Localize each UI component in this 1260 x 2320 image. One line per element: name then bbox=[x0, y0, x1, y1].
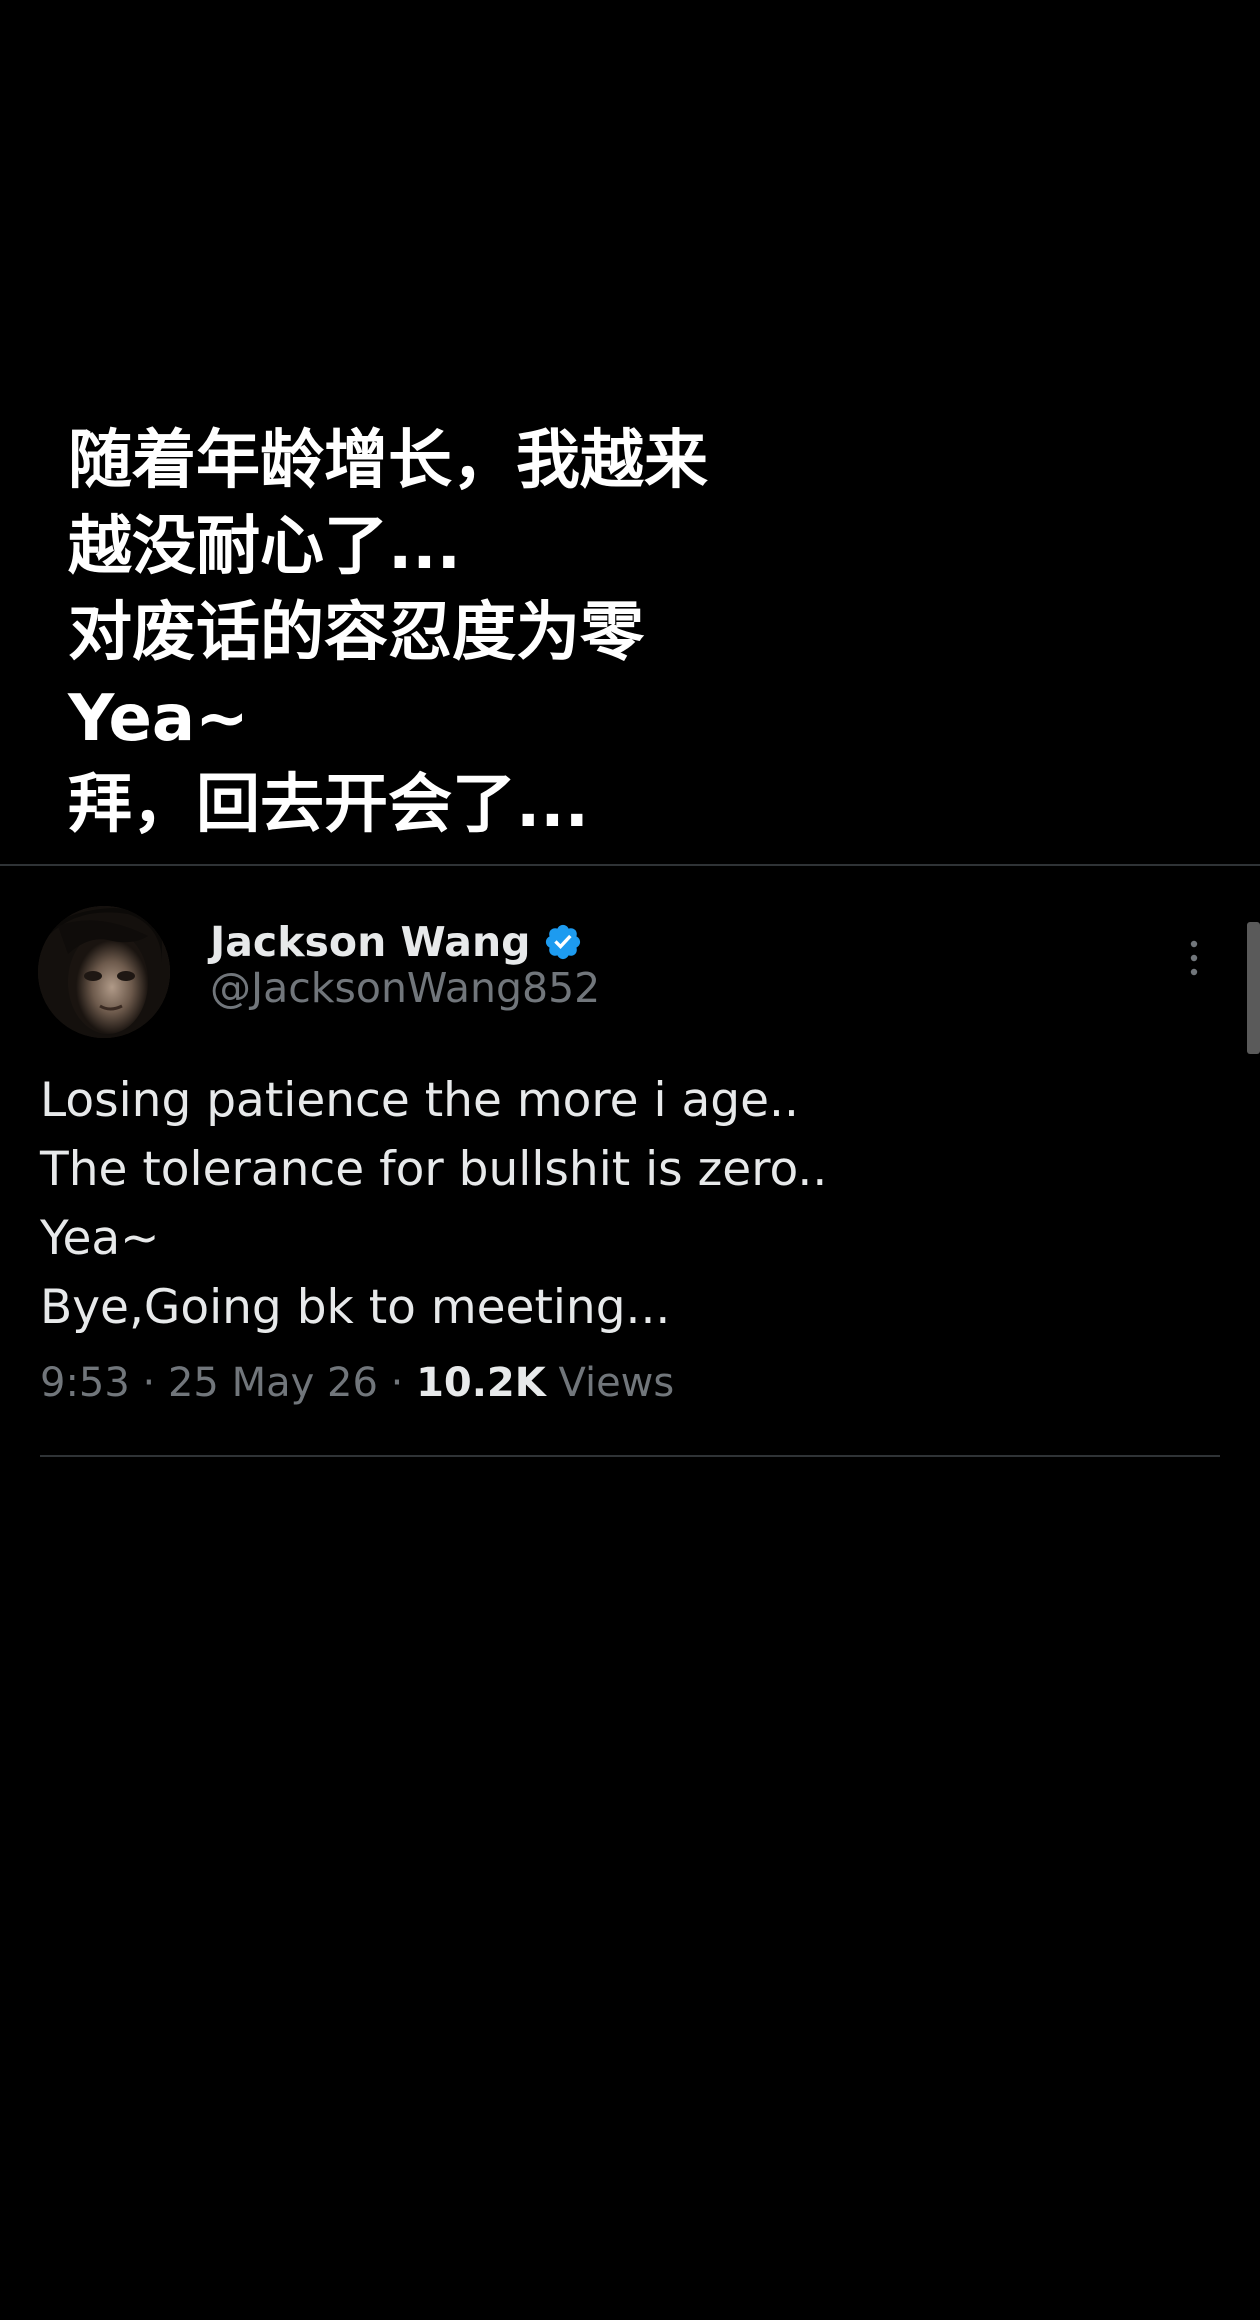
meta-separator: · bbox=[390, 1360, 404, 1406]
tweet-text-line: The tolerance for bullshit is zero.. bbox=[40, 1142, 828, 1197]
tweet-meta: 9:53 · 25 May 26 · 10.2K Views bbox=[40, 1360, 674, 1406]
caption-line: Yea~ bbox=[68, 682, 249, 756]
tweet-text-line: Bye,Going bk to meeting... bbox=[40, 1280, 671, 1335]
more-options-button[interactable] bbox=[1176, 930, 1212, 986]
tweet-text-line: Losing patience the more i age.. bbox=[40, 1073, 799, 1128]
caption-line: 拜，回去开会了... bbox=[68, 768, 589, 842]
caption-line: 对废话的容忍度为零 bbox=[68, 596, 644, 670]
tweet-text: Losing patience the more i age.. The tol… bbox=[40, 1066, 1220, 1342]
views-label[interactable]: Views bbox=[558, 1360, 674, 1406]
bottom-divider bbox=[40, 1455, 1220, 1457]
verified-badge-icon bbox=[543, 922, 583, 962]
tweet-time[interactable]: 9:53 bbox=[40, 1360, 130, 1406]
scrollbar-thumb[interactable] bbox=[1247, 922, 1260, 1054]
top-divider bbox=[0, 864, 1260, 866]
tweet-date[interactable]: 25 May 26 bbox=[168, 1360, 378, 1406]
meta-separator: · bbox=[142, 1360, 156, 1406]
views-count[interactable]: 10.2K bbox=[416, 1360, 546, 1406]
more-vertical-icon bbox=[1190, 940, 1198, 976]
avatar[interactable] bbox=[38, 906, 170, 1038]
caption-line: 越没耐心了... bbox=[68, 510, 461, 584]
author-handle[interactable]: @JacksonWang852 bbox=[210, 964, 600, 1012]
caption-line: 随着年龄增长，我越来 bbox=[68, 424, 708, 498]
author-display-name[interactable]: Jackson Wang bbox=[210, 918, 531, 966]
avatar-photo-icon bbox=[38, 906, 170, 1038]
image-caption-overlay: 随着年龄增长，我越来 越没耐心了... 对废话的容忍度为零 Yea~ 拜，回去开… bbox=[68, 418, 1168, 848]
tweet-text-line: Yea~ bbox=[40, 1211, 160, 1266]
